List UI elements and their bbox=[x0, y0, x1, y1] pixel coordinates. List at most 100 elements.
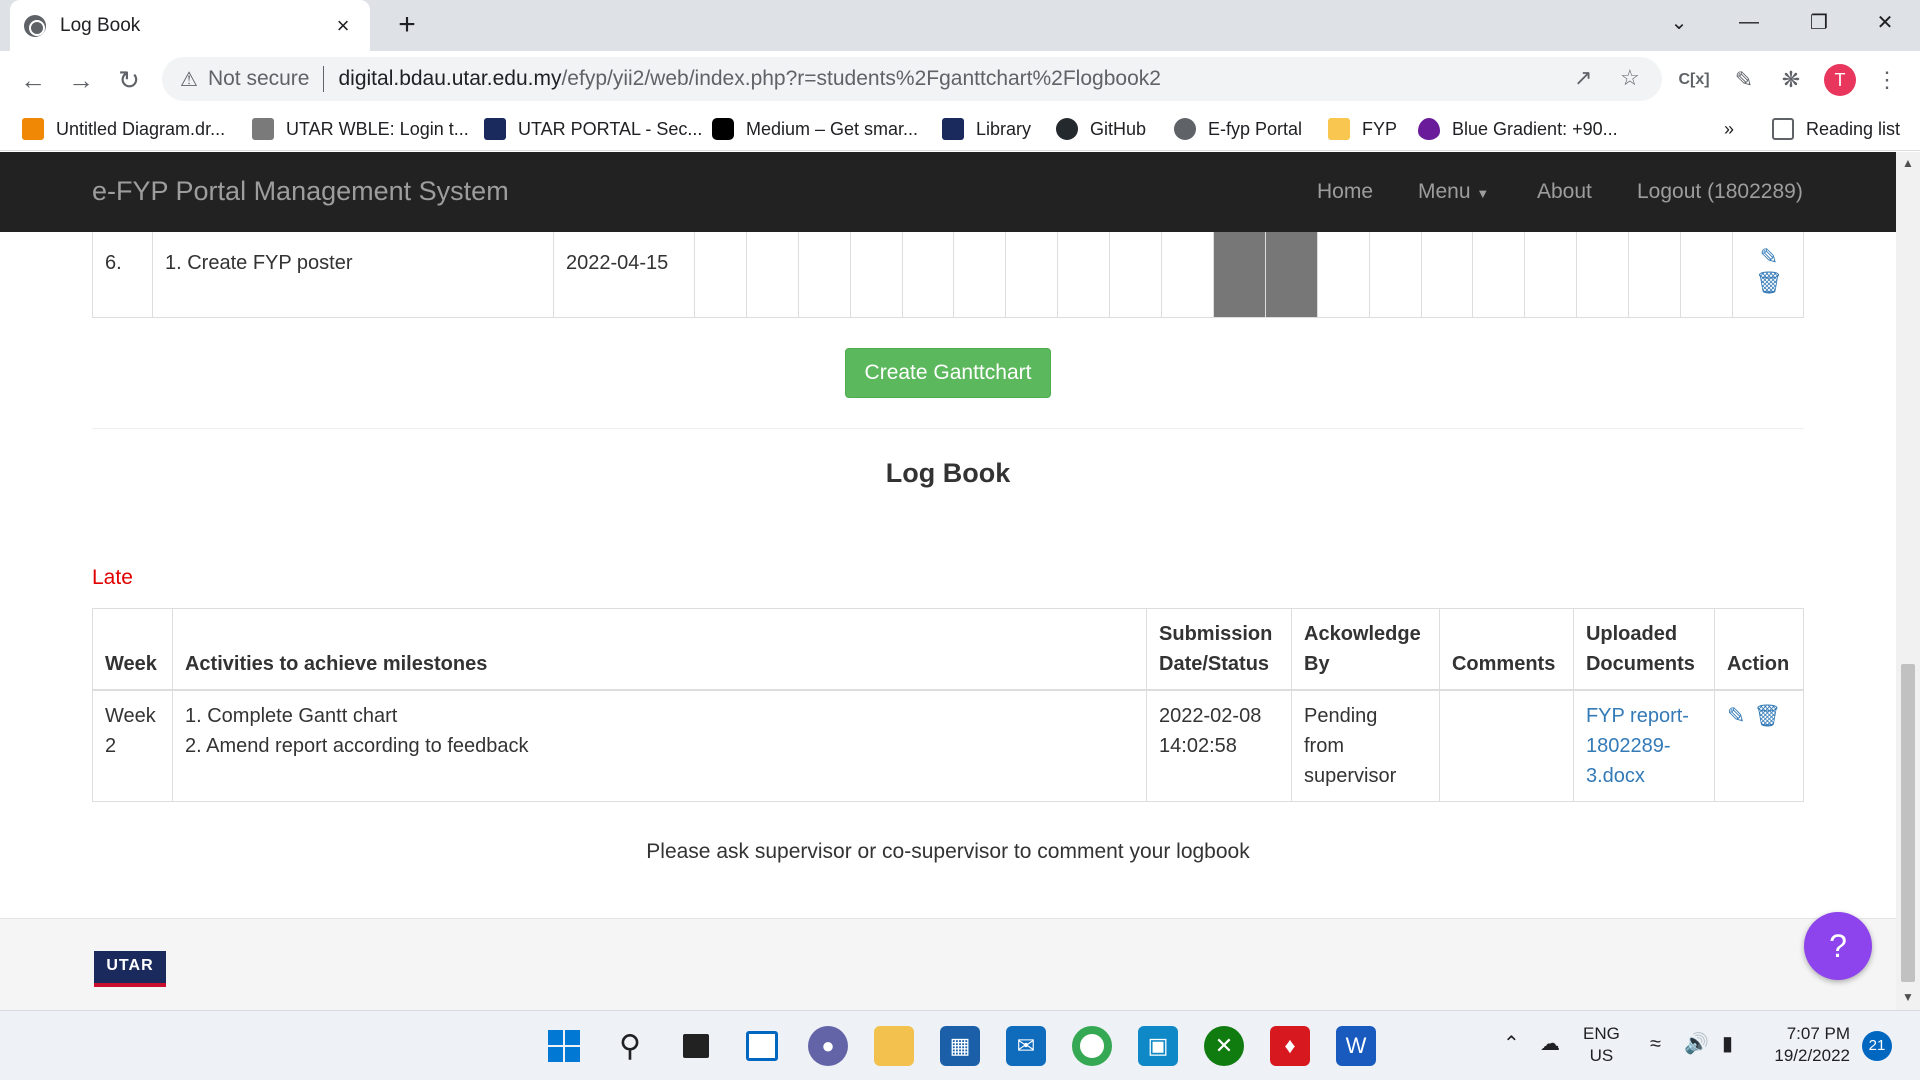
forward-arrow-icon[interactable]: → bbox=[64, 63, 98, 97]
language-indicator[interactable]: ENG US bbox=[1583, 1023, 1620, 1067]
bookmark-item[interactable]: Medium – Get smar... bbox=[712, 116, 918, 142]
bookmark-item[interactable]: UTAR WBLE: Login t... bbox=[252, 116, 469, 142]
site-brand[interactable]: e-FYP Portal Management System bbox=[92, 176, 509, 207]
section-divider bbox=[92, 428, 1804, 429]
bookmark-item[interactable]: FYP bbox=[1328, 116, 1397, 142]
row-actions: ✎ 🗑 bbox=[1727, 701, 1791, 731]
gantt-week-cell bbox=[1525, 232, 1578, 317]
reading-list-icon bbox=[1772, 118, 1794, 140]
reading-list-button[interactable]: Reading list bbox=[1772, 116, 1900, 142]
scroll-down-arrow-icon[interactable]: ▼ bbox=[1896, 990, 1920, 1004]
chrome-icon[interactable] bbox=[1072, 1026, 1112, 1066]
wble-icon bbox=[252, 118, 274, 140]
header-acknowledge: Ackowledge By bbox=[1291, 608, 1440, 691]
bookmarks-overflow-icon[interactable]: » bbox=[1724, 116, 1734, 142]
gantt-week-cell bbox=[1318, 232, 1370, 317]
file-explorer-icon[interactable] bbox=[874, 1026, 914, 1066]
profile-avatar[interactable]: T bbox=[1824, 64, 1856, 96]
cell-acknowledge: Pending from supervisor bbox=[1291, 689, 1440, 802]
pencil-edit-icon[interactable]: ✎ bbox=[1733, 244, 1805, 270]
security-label[interactable]: Not secure bbox=[208, 67, 310, 91]
bookmark-item[interactable]: Library bbox=[942, 116, 1031, 142]
gantt-week-cell bbox=[695, 232, 747, 317]
nav-logout[interactable]: Logout (1802289) bbox=[1637, 180, 1803, 204]
gantt-week-cell bbox=[851, 232, 903, 317]
folder-icon bbox=[1328, 118, 1350, 140]
mail-icon[interactable]: ✉ bbox=[1006, 1026, 1046, 1066]
gantt-task: 1. Create FYP poster bbox=[153, 232, 554, 317]
gantt-week-cell bbox=[1629, 232, 1682, 317]
notification-badge[interactable]: 21 bbox=[1862, 1031, 1892, 1061]
minimize-window-icon[interactable]: — bbox=[1714, 0, 1784, 44]
show-hidden-icons-icon[interactable]: ⌃ bbox=[1503, 1033, 1520, 1055]
gantt-week-cell-filled bbox=[1214, 232, 1266, 317]
gantt-row-number: 6. bbox=[93, 232, 153, 317]
site-navbar: e-FYP Portal Management System Home Menu… bbox=[0, 152, 1896, 232]
windows-taskbar: ⚲ ● ▦ ✉ ▣ ✕ ♦ W ⌃ ☁ ENG US ≈ 🔊 ▮ 7:07 PM 1… bbox=[0, 1010, 1920, 1080]
nav-menu[interactable]: Menu ▼ bbox=[1418, 180, 1489, 204]
extension-cx-icon[interactable]: C[x] bbox=[1677, 63, 1711, 97]
share-icon[interactable]: ↗ bbox=[1574, 65, 1592, 91]
microsoft-store-icon[interactable]: ▦ bbox=[940, 1026, 980, 1066]
trash-icon[interactable]: 🗑 bbox=[1753, 701, 1781, 731]
browser-tab-log-book[interactable]: Log Book × bbox=[10, 0, 370, 51]
create-ganttchart-button[interactable]: Create Ganttchart bbox=[845, 348, 1051, 398]
drawio-icon bbox=[22, 118, 44, 140]
scrollbar-thumb[interactable] bbox=[1901, 664, 1915, 982]
bookmark-item[interactable]: GitHub bbox=[1056, 116, 1146, 142]
extensions-puzzle-icon[interactable]: ❋ bbox=[1774, 63, 1808, 97]
pencil-edit-icon[interactable]: ✎ bbox=[1727, 701, 1745, 731]
github-icon bbox=[1056, 118, 1078, 140]
document-link[interactable]: FYP report- 1802289- 3.docx bbox=[1586, 705, 1689, 787]
acrobat-icon[interactable]: ♦ bbox=[1270, 1026, 1310, 1066]
word-icon[interactable]: W bbox=[1336, 1026, 1376, 1066]
nav-home[interactable]: Home bbox=[1317, 180, 1373, 204]
windows-start-icon[interactable] bbox=[544, 1026, 584, 1066]
gantt-week-cell bbox=[1422, 232, 1474, 317]
logbook-table: Week Activities to achieve milestones Su… bbox=[92, 608, 1805, 802]
task-view-icon[interactable] bbox=[676, 1026, 716, 1066]
gantt-actions: ✎ 🗑 bbox=[1733, 232, 1805, 317]
cell-action: ✎ 🗑 bbox=[1713, 689, 1805, 802]
cell-activities: 1. Complete Gantt chart 2. Amend report a… bbox=[171, 689, 1148, 802]
header-week: Week bbox=[92, 608, 173, 691]
gantt-table-row: 6. 1. Create FYP poster 2022-04-15 ✎ 🗑 bbox=[92, 232, 1804, 318]
tab-search-chevron-icon[interactable]: ⌄ bbox=[1644, 0, 1714, 44]
battery-icon[interactable]: ▮ bbox=[1722, 1033, 1733, 1055]
new-tab-button[interactable]: + bbox=[390, 8, 424, 42]
nav-about[interactable]: About bbox=[1537, 180, 1592, 204]
supervisor-comment-note: Please ask supervisor or co-supervisor t… bbox=[646, 840, 1250, 863]
xbox-icon[interactable]: ✕ bbox=[1204, 1026, 1244, 1066]
gantt-week-cell-filled bbox=[1265, 232, 1318, 317]
search-icon[interactable]: ⚲ bbox=[610, 1026, 650, 1066]
gantt-week-cell bbox=[955, 232, 1007, 317]
tab-close-icon[interactable]: × bbox=[330, 13, 356, 39]
page-scrollbar[interactable]: ▲ ▼ bbox=[1896, 152, 1920, 1010]
widgets-icon[interactable] bbox=[742, 1026, 782, 1066]
address-bar[interactable]: ⚠ Not secure digital.bdau.utar.edu.my/ef… bbox=[162, 57, 1662, 101]
scroll-up-arrow-icon[interactable]: ▲ bbox=[1896, 156, 1920, 170]
bookmarks-bar: Untitled Diagram.dr... UTAR WBLE: Login … bbox=[0, 106, 1920, 151]
bookmark-item[interactable]: Untitled Diagram.dr... bbox=[22, 116, 225, 142]
table-row: Week 2 1. Complete Gantt chart 2. Amend re… bbox=[92, 689, 1805, 802]
bookmark-item[interactable]: Blue Gradient: +90... bbox=[1418, 116, 1618, 142]
volume-icon[interactable]: 🔊 bbox=[1684, 1033, 1709, 1055]
extension-dropper-icon[interactable]: ✎ bbox=[1727, 63, 1761, 97]
more-menu-icon[interactable]: ⋮ bbox=[1870, 63, 1904, 97]
back-arrow-icon[interactable]: ← bbox=[16, 63, 50, 97]
close-window-icon[interactable]: ✕ bbox=[1850, 0, 1920, 44]
photos-icon[interactable]: ▣ bbox=[1138, 1026, 1178, 1066]
onedrive-icon[interactable]: ☁ bbox=[1540, 1033, 1560, 1055]
wifi-icon[interactable]: ≈ bbox=[1650, 1033, 1661, 1055]
header-activities: Activities to achieve milestones bbox=[171, 608, 1148, 691]
warning-triangle-icon[interactable]: ⚠ bbox=[180, 67, 198, 92]
help-button[interactable]: ? bbox=[1804, 912, 1872, 980]
trash-icon[interactable]: 🗑 bbox=[1733, 270, 1805, 296]
teams-chat-icon[interactable]: ● bbox=[808, 1026, 848, 1066]
reload-icon[interactable]: ↻ bbox=[112, 63, 146, 97]
bookmark-item[interactable]: UTAR PORTAL - Sec... bbox=[484, 116, 702, 142]
restore-window-icon[interactable]: ❐ bbox=[1784, 0, 1854, 44]
bookmark-star-icon[interactable]: ☆ bbox=[1620, 65, 1640, 91]
clock[interactable]: 7:07 PM 19/2/2022 bbox=[1762, 1023, 1850, 1067]
bookmark-item[interactable]: E-fyp Portal bbox=[1174, 116, 1302, 142]
